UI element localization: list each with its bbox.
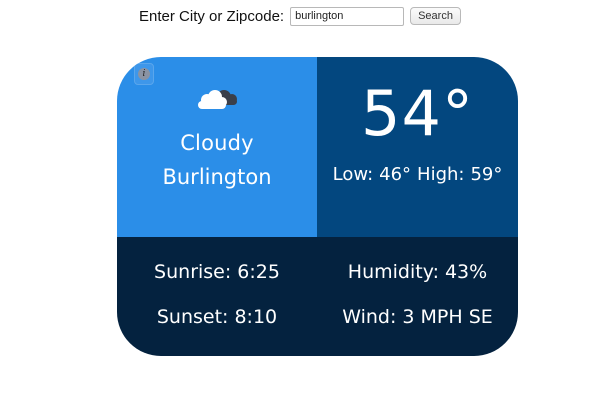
high-value: 59° — [470, 164, 503, 185]
condition-text: Cloudy — [180, 131, 254, 155]
low-value: 46° — [379, 164, 412, 185]
wind-value: 3 MPH SE — [402, 306, 493, 329]
search-bar: Enter City or Zipcode: Search — [0, 6, 600, 26]
details-panel: Sunrise: 6:25 Humidity: 43% Sunset: 8:10… — [117, 237, 518, 356]
wind-label: Wind: — [342, 306, 397, 329]
temperature-panel: 54° Low: 46° High: 59° — [317, 57, 518, 237]
low-label: Low: — [332, 164, 374, 185]
search-label: Enter City or Zipcode: — [139, 7, 285, 25]
wind-detail: Wind: 3 MPH SE — [317, 295, 518, 341]
search-button[interactable]: Search — [410, 7, 461, 25]
sunrise-detail: Sunrise: 6:25 — [117, 249, 317, 295]
info-icon[interactable]: i — [134, 63, 154, 85]
high-label: High: — [417, 164, 465, 185]
temperature-range: Low: 46° High: 59° — [333, 164, 503, 185]
weather-card: i Cloudy Burlington 54° Low: 46° High: 5… — [117, 57, 518, 356]
humidity-detail: Humidity: 43% — [317, 249, 518, 295]
sunrise-label: Sunrise: — [154, 260, 232, 283]
conditions-panel: i Cloudy Burlington — [117, 57, 317, 237]
cloud-icon — [198, 90, 237, 109]
sunset-value: 8:10 — [234, 306, 278, 329]
current-temperature: 54° — [361, 77, 474, 150]
city-search-input[interactable] — [290, 6, 405, 26]
city-name: Burlington — [162, 165, 272, 189]
sunset-label: Sunset: — [156, 306, 229, 329]
humidity-value: 43% — [444, 260, 488, 283]
humidity-label: Humidity: — [347, 260, 439, 283]
sunset-detail: Sunset: 8:10 — [117, 295, 317, 341]
sunrise-value: 6:25 — [237, 260, 280, 283]
